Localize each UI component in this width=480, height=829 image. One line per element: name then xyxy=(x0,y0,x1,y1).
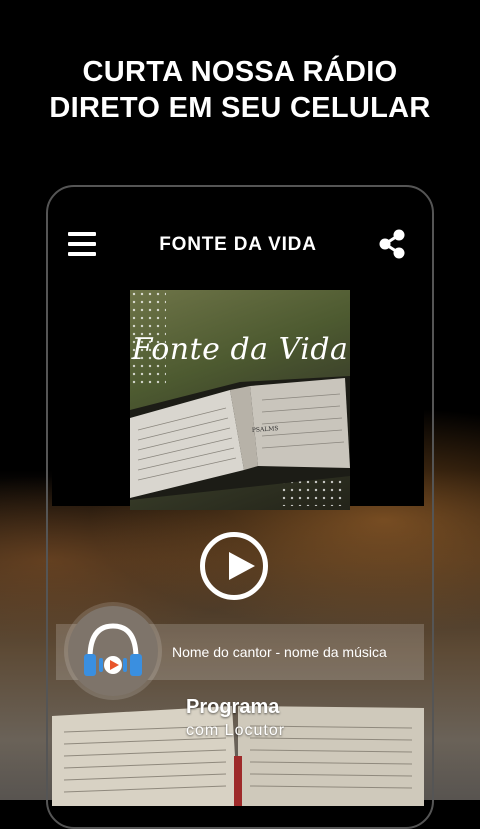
play-icon xyxy=(229,552,255,580)
share-icon[interactable] xyxy=(377,228,407,260)
program-host: com Locutor xyxy=(186,722,286,739)
app-title: FONTE DA VIDA xyxy=(159,234,317,255)
promo-line-1: CURTA NOSSA RÁDIO xyxy=(82,56,398,88)
open-bible-image: PSALMS xyxy=(130,376,350,500)
program-title: Programa xyxy=(186,696,280,718)
album-art: PSALMS Fonte da Vida xyxy=(130,290,350,510)
play-button[interactable] xyxy=(200,532,268,600)
album-script-title: Fonte da Vida xyxy=(131,332,349,367)
phone-screen: FONTE DA VIDA PSALMS Fonte da Vida Nome … xyxy=(52,206,424,806)
promo-line-2: DIRETO EM SEU CELULAR xyxy=(49,92,431,124)
headphones-icon xyxy=(68,606,158,696)
app-bar: FONTE DA VIDA xyxy=(52,206,424,284)
now-playing-text: Nome do cantor - nome da música xyxy=(172,644,387,660)
promo-headline: CURTA NOSSA RÁDIO DIRETO EM SEU CELULAR xyxy=(0,54,480,126)
